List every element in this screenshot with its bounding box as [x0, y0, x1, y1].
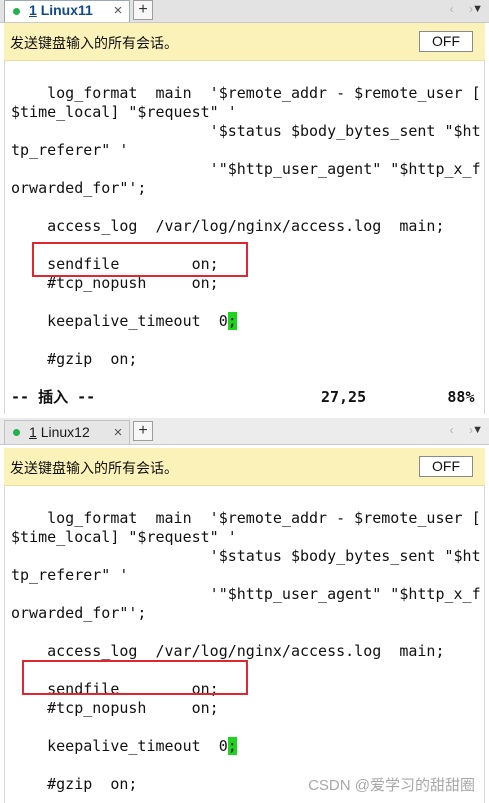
- tab-linux12[interactable]: 1 Linux12 ×: [4, 420, 130, 444]
- terminal-line: tp_referer" ': [11, 141, 129, 159]
- terminal-area[interactable]: log_format main '$remote_addr - $remote_…: [4, 61, 485, 414]
- terminal-line: #gzip on;: [11, 775, 138, 793]
- tab-label: 1 Linux12: [29, 424, 90, 440]
- tab-bar: 1 Linux12 × + ‹ › ▼: [0, 418, 489, 445]
- terminal-line: #tcp_nopush on;: [11, 699, 219, 717]
- terminal-line: $time_local] "$request" ': [11, 528, 237, 546]
- terminal-line: '$status $body_bytes_sent "$ht: [11, 122, 481, 140]
- keepalive-text: keepalive_timeout 0: [11, 737, 228, 755]
- terminal-line-keepalive: keepalive_timeout 0;: [11, 312, 237, 331]
- terminal-line: $time_local] "$request" ': [11, 103, 237, 121]
- annotation-highlight-box: [22, 660, 248, 695]
- tab-list-dropdown-icon[interactable]: ▼: [472, 424, 483, 436]
- text-cursor: ;: [227, 312, 237, 330]
- vim-status-line: -- 插入 -- 27,25 88%: [11, 388, 475, 406]
- tab-linux11[interactable]: 1 Linux11 ×: [4, 0, 130, 22]
- broadcast-off-button[interactable]: OFF: [419, 31, 473, 52]
- session-pane-linux12: 1 Linux12 × + ‹ › ▼ 发送键盘输入的所有会话。 OFF log…: [0, 418, 489, 803]
- broadcast-message: 发送键盘输入的所有会话。: [10, 460, 178, 476]
- terminal-line: tp_referer" ': [11, 566, 129, 584]
- terminal-line: access_log /var/log/nginx/access.log mai…: [11, 217, 445, 235]
- text-cursor: ;: [227, 737, 237, 755]
- connected-status-icon: [13, 429, 20, 436]
- broadcast-input-bar: 发送键盘输入的所有会话。 OFF: [4, 23, 485, 61]
- watermark: CSDN @爱学习的甜甜圈: [308, 777, 475, 794]
- terminal-line: '"$http_user_agent" "$http_x_f: [11, 585, 481, 603]
- tab-label: 1 Linux11: [29, 2, 93, 18]
- close-tab-icon[interactable]: ×: [110, 2, 126, 20]
- session-pane-linux11: 1 Linux11 × + ‹ › ▼ 发送键盘输入的所有会话。 OFF log…: [0, 0, 489, 414]
- terminal-line: orwarded_for"';: [11, 604, 147, 622]
- broadcast-message: 发送键盘输入的所有会话。: [10, 35, 178, 51]
- terminal-line: '"$http_user_agent" "$http_x_f: [11, 160, 481, 178]
- tab-list-dropdown-icon[interactable]: ▼: [472, 3, 483, 15]
- broadcast-off-button[interactable]: OFF: [419, 456, 473, 477]
- terminal-line: log_format main '$remote_addr - $remote_…: [11, 509, 481, 527]
- terminal-area[interactable]: log_format main '$remote_addr - $remote_…: [4, 486, 485, 803]
- terminal-line: orwarded_for"';: [11, 179, 147, 197]
- annotation-highlight-box: [32, 242, 248, 277]
- terminal-line: access_log /var/log/nginx/access.log mai…: [11, 642, 445, 660]
- keepalive-text: keepalive_timeout 0: [11, 312, 228, 330]
- terminal-line: log_format main '$remote_addr - $remote_…: [11, 84, 481, 102]
- close-tab-icon[interactable]: ×: [110, 424, 126, 442]
- new-tab-button[interactable]: +: [133, 421, 153, 441]
- broadcast-input-bar: 发送键盘输入的所有会话。 OFF: [4, 448, 485, 486]
- tab-bar: 1 Linux11 × + ‹ › ▼: [0, 0, 489, 23]
- terminal-line: #gzip on;: [11, 350, 138, 368]
- new-tab-button[interactable]: +: [133, 0, 153, 20]
- terminal-line: '$status $body_bytes_sent "$ht: [11, 547, 481, 565]
- terminal-line-keepalive: keepalive_timeout 0;: [11, 737, 237, 756]
- connected-status-icon: [13, 8, 20, 15]
